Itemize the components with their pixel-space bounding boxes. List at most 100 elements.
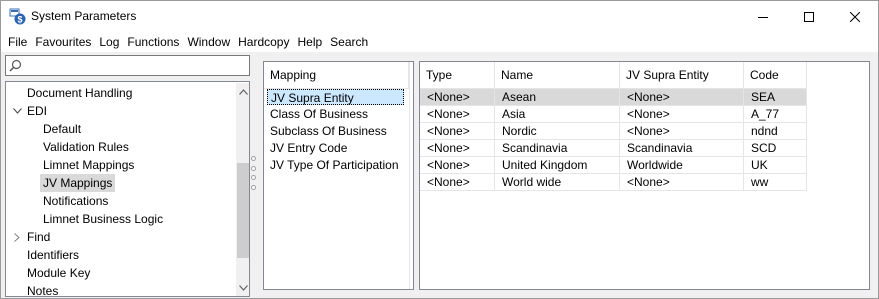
table-cell: <None> (420, 174, 495, 191)
menu-window[interactable]: Window (179, 35, 230, 49)
tree-item[interactable]: Module Key (24, 264, 93, 282)
table-cell: UK (744, 157, 807, 174)
tree-item[interactable]: Notifications (40, 192, 111, 210)
title-bar: $ System Parameters (1, 1, 878, 32)
column-header[interactable]: Name (495, 62, 620, 89)
search-input[interactable] (5, 55, 250, 76)
tree-item-label: Notes (27, 284, 59, 297)
grip-dot (250, 156, 256, 161)
menu-bar: File Favourites Log Functions Window Har… (1, 32, 878, 52)
table-cell: <None> (420, 140, 495, 157)
table-row[interactable]: <None> Asia <None> A_77 (420, 106, 807, 123)
tree-item-label: Module Key (27, 266, 91, 280)
table-cell: <None> (620, 89, 744, 106)
table-cell: SCD (744, 140, 807, 157)
mapping-list-item[interactable]: JV Entry Code (267, 140, 347, 156)
table-cell: Scandinavia (620, 140, 744, 157)
tree-item-label: Identifiers (27, 248, 80, 262)
mapping-column-header[interactable]: Mapping (264, 62, 409, 89)
table-cell: Scandinavia (495, 140, 620, 157)
tree-item-label: EDI (27, 104, 48, 118)
scroll-down-button[interactable] (236, 279, 249, 296)
menu-help[interactable]: Help (289, 35, 322, 49)
scroll-thumb[interactable] (237, 163, 249, 258)
table-cell: <None> (420, 89, 495, 106)
minimize-icon (758, 16, 768, 18)
table-cell: Worldwide (620, 157, 744, 174)
tree-item[interactable]: Validation Rules (40, 138, 132, 156)
tree-item-label: Validation Rules (43, 140, 129, 154)
menu-hardcopy[interactable]: Hardcopy (230, 35, 289, 49)
table-cell: A_77 (744, 106, 807, 123)
column-header[interactable]: Code (744, 62, 807, 89)
table-cell: ww (744, 174, 807, 191)
maximize-button[interactable] (786, 1, 832, 32)
menu-favourites[interactable]: Favourites (27, 35, 91, 49)
mapping-list-item[interactable]: JV Supra Entity (267, 89, 404, 105)
table-cell: Asean (495, 89, 620, 106)
values-grid[interactable]: Type Name JV Supra Entity Code <None> Asean <… (419, 61, 870, 290)
table-cell: World wide (495, 174, 620, 191)
tree-item-label: Limnet Mappings (43, 158, 135, 172)
table-row[interactable]: <None> Nordic <None> ndnd (420, 123, 807, 140)
table-row[interactable]: <None> World wide <None> ww (420, 174, 807, 191)
table-cell: SEA (744, 89, 807, 106)
pane-splitter-handle[interactable] (250, 156, 256, 190)
mapping-list-item[interactable]: JV Type Of Participation (267, 157, 399, 173)
menu-search[interactable]: Search (322, 35, 368, 49)
tree-item-label: Notifications (43, 194, 109, 208)
tree-item[interactable]: Notes (24, 282, 61, 297)
tree-item-label: Document Handling (27, 86, 133, 100)
tree-item[interactable]: Default (40, 120, 84, 138)
scroll-up-button[interactable] (236, 83, 249, 100)
table-cell: Nordic (495, 123, 620, 140)
table-row[interactable]: <None> United Kingdom Worldwide UK (420, 157, 807, 174)
minimize-button[interactable] (740, 1, 786, 32)
svg-text:$: $ (17, 15, 22, 25)
settings-tree[interactable]: Document Handling EDI Default Validation Ru… (5, 81, 250, 297)
chevron-up-icon (238, 88, 248, 95)
grip-dot (250, 184, 256, 190)
menu-file[interactable]: File (1, 35, 27, 49)
grip-dot (250, 175, 256, 181)
system-parameters-window: $ System Parameters File Favourites Log … (0, 0, 879, 299)
mapping-list[interactable]: Mapping JV Supra Entity Class Of Business… (263, 61, 414, 290)
tree-item[interactable]: Limnet Business Logic (40, 210, 166, 228)
table-cell: <None> (420, 123, 495, 140)
system-parameters-icon: $ (9, 8, 26, 25)
menu-functions[interactable]: Functions (119, 35, 179, 49)
close-button[interactable] (832, 1, 878, 32)
table-cell: <None> (620, 106, 744, 123)
grip-dot (250, 165, 256, 171)
table-row[interactable]: <None> Asean <None> SEA (420, 89, 807, 106)
table-row[interactable]: <None> Scandinavia Scandinavia SCD (420, 140, 807, 157)
tree-item-label: Limnet Business Logic (43, 212, 164, 226)
tree-item[interactable]: Identifiers (24, 246, 82, 264)
tree-item-label: JV Mappings (40, 174, 116, 192)
close-icon (850, 11, 860, 22)
mapping-list-item[interactable]: Class Of Business (267, 106, 368, 122)
table-cell: <None> (420, 106, 495, 123)
tree-item[interactable]: JV Mappings (40, 174, 116, 192)
column-divider (409, 62, 410, 289)
chevron-down-icon (238, 284, 248, 291)
tree-item[interactable]: Find (14, 228, 53, 246)
tree-item[interactable]: Document Handling (24, 84, 135, 102)
chevron-down-icon[interactable] (12, 102, 22, 120)
table-cell: ndnd (744, 123, 807, 140)
window-title: System Parameters (31, 9, 137, 23)
mapping-list-item[interactable]: Subclass Of Business (267, 123, 387, 139)
column-header[interactable]: Type (420, 62, 495, 89)
chevron-right-icon[interactable] (12, 228, 22, 246)
search-icon (9, 59, 22, 72)
menu-log[interactable]: Log (91, 35, 119, 49)
table-cell: <None> (420, 157, 495, 174)
table-cell: <None> (620, 123, 744, 140)
tree-item[interactable]: EDI (12, 102, 50, 120)
table-cell: United Kingdom (495, 157, 620, 174)
tree-scrollbar[interactable] (236, 83, 249, 296)
tree-item-label: Default (43, 122, 82, 136)
tree-item[interactable]: Limnet Mappings (40, 156, 137, 174)
table-cell: <None> (620, 174, 744, 191)
column-header[interactable]: JV Supra Entity (620, 62, 744, 89)
